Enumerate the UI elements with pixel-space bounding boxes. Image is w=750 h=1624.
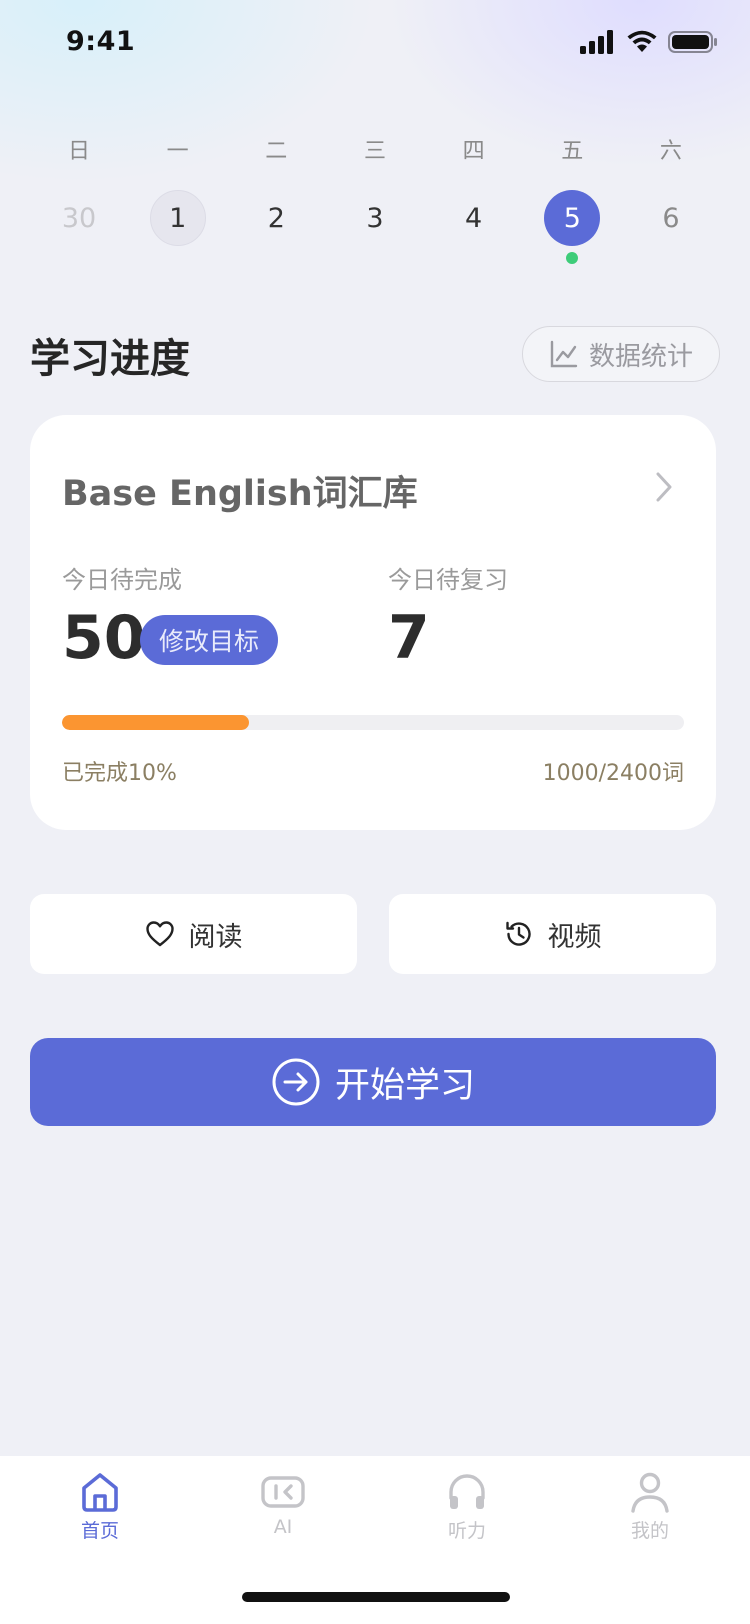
tab-home[interactable]: 首页	[40, 1470, 160, 1543]
word-count: 1000/2400词	[542, 761, 684, 786]
date-dot-placeholder	[172, 252, 184, 264]
date-dot-placeholder	[665, 252, 677, 264]
day-column-tue[interactable]: 二 2	[227, 130, 325, 264]
activity-dot	[566, 252, 579, 264]
date-cell-selected: 5	[544, 190, 601, 246]
date-cell: 4	[465, 202, 483, 234]
headphones-icon	[449, 1474, 485, 1509]
tab-home-label: 首页	[80, 1520, 119, 1542]
date-dot-placeholder	[270, 252, 282, 264]
weekday-label: 四	[462, 139, 485, 164]
arrow-right-circle-icon	[272, 1058, 320, 1106]
section-title: 学习进度	[30, 336, 190, 382]
weekday-label: 日	[67, 139, 90, 164]
progress-fill	[62, 715, 249, 730]
tab-ai[interactable]: AI	[223, 1470, 343, 1538]
tab-listening-label: 听力	[447, 1520, 486, 1542]
tab-mine[interactable]: 我的	[590, 1470, 710, 1543]
status-bar: 9:41	[0, 0, 750, 90]
status-icons	[580, 30, 718, 54]
date-cell-today: 1	[149, 190, 206, 246]
todo-label: 今日待完成	[62, 566, 182, 594]
battery-icon	[668, 31, 717, 53]
data-stats-button[interactable]: 数据统计	[522, 326, 720, 382]
video-label: 视频	[547, 921, 602, 953]
data-stats-label: 数据统计	[588, 341, 693, 372]
date-cell: 3	[366, 202, 384, 234]
edit-goal-button[interactable]: 修改目标	[140, 615, 278, 665]
video-button[interactable]: 视频	[389, 894, 716, 974]
ai-icon	[261, 1476, 305, 1508]
reading-label: 阅读	[188, 921, 243, 953]
date-cell: 2	[267, 202, 285, 234]
reading-button[interactable]: 阅读	[30, 894, 357, 974]
line-chart-icon	[550, 340, 578, 368]
weekday-label: 六	[659, 139, 682, 164]
tab-ai-label: AI	[273, 1516, 293, 1538]
date-cell: 30	[61, 202, 97, 234]
weekday-label: 五	[561, 139, 584, 164]
home-indicator	[242, 1592, 510, 1602]
review-count: 7	[388, 603, 430, 673]
day-column-mon[interactable]: 一 1	[129, 130, 227, 264]
completed-percent: 已完成10%	[62, 761, 177, 786]
weekday-row: 日 30 一 1 二 2 三 3 四 4 五 5 六 6	[30, 130, 720, 264]
day-column-fri[interactable]: 五 5	[523, 130, 621, 264]
start-learning-button[interactable]: 开始学习	[30, 1038, 716, 1126]
day-column-wed[interactable]: 三 3	[326, 130, 424, 264]
history-icon	[505, 921, 531, 946]
user-icon	[631, 1472, 669, 1513]
vocabulary-title: Base English词汇库	[62, 474, 418, 514]
todo-count: 50	[62, 603, 146, 673]
day-column-thu[interactable]: 四 4	[425, 130, 523, 264]
heart-icon	[145, 921, 174, 947]
progress-bar	[62, 715, 684, 730]
vocabulary-card[interactable]: Base English词汇库 今日待完成 50 修改目标 今日待复习 7 已完…	[30, 415, 716, 830]
weekday-label: 三	[363, 139, 386, 164]
weekday-label: 二	[265, 139, 288, 164]
wifi-icon	[627, 30, 657, 52]
signal-icon	[580, 30, 613, 54]
tab-listening[interactable]: 听力	[407, 1470, 527, 1543]
start-learning-label: 开始学习	[334, 1065, 475, 1106]
review-label: 今日待复习	[388, 566, 508, 594]
tab-mine-label: 我的	[630, 1520, 669, 1542]
date-dot-placeholder	[73, 252, 85, 264]
date-cell: 6	[662, 202, 680, 234]
day-column-sat[interactable]: 六 6	[622, 130, 720, 264]
status-time: 9:41	[66, 26, 136, 57]
chevron-right-icon[interactable]	[654, 471, 674, 503]
week-calendar: 日 30 一 1 二 2 三 3 四 4 五 5 六 6	[30, 130, 720, 264]
date-dot-placeholder	[468, 252, 480, 264]
weekday-label: 一	[166, 139, 189, 164]
date-dot-placeholder	[369, 252, 381, 264]
home-icon	[82, 1473, 118, 1512]
day-column-sun[interactable]: 日 30	[30, 130, 128, 264]
